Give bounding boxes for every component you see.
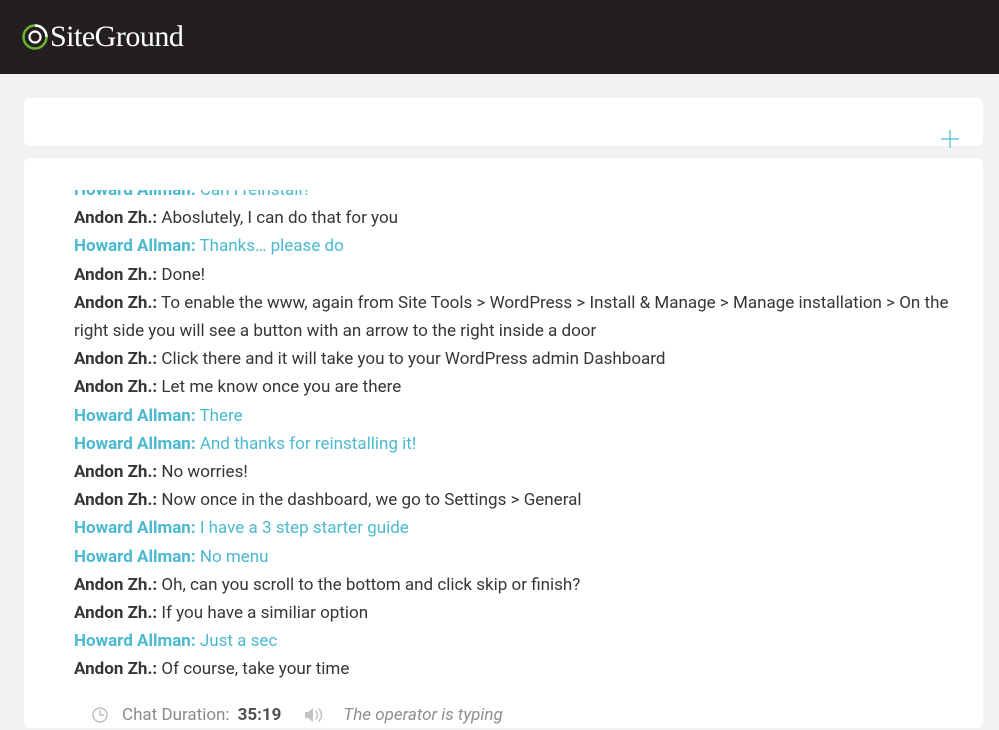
chat-message: Andon Zh.: Let me know once you are ther… <box>74 373 953 401</box>
message-text: If you have a similiar option <box>157 603 368 623</box>
plus-icon[interactable] <box>941 130 959 148</box>
message-text: I have a 3 step starter guide <box>196 518 409 538</box>
chat-scroll-area[interactable]: Howard Allman: Can I reinstall?Andon Zh.… <box>74 190 971 684</box>
message-text: No menu <box>196 547 269 567</box>
message-text: Can I reinstall? <box>196 190 311 200</box>
message-author: Andon Zh.: <box>74 293 157 313</box>
message-author: Andon Zh.: <box>74 603 157 623</box>
message-text: Of course, take your time <box>157 659 349 679</box>
message-text: Now once in the dashboard, we go to Sett… <box>157 490 581 510</box>
chat-message: Andon Zh.: No worries! <box>74 458 953 486</box>
brand-name: SiteGround <box>50 20 183 54</box>
chat-message: Andon Zh.: If you have a similiar option <box>74 599 953 627</box>
chat-message: Howard Allman: Just a sec <box>74 627 953 655</box>
clock-icon <box>92 707 108 723</box>
message-author: Howard Allman: <box>74 547 196 567</box>
chat-message: Andon Zh.: Of course, take your time <box>74 655 953 683</box>
chat-footer: Chat Duration: 35:19 The operator is typ… <box>74 684 971 728</box>
chat-message: Howard Allman: There <box>74 402 953 430</box>
duration-label: Chat Duration: <box>122 705 230 725</box>
message-text: Done! <box>157 265 205 285</box>
chat-message: Howard Allman: Can I reinstall? <box>74 190 953 204</box>
message-author: Andon Zh.: <box>74 208 157 228</box>
chat-message: Andon Zh.: Oh, can you scroll to the bot… <box>74 571 953 599</box>
chat-message: Andon Zh.: Aboslutely, I can do that for… <box>74 204 953 232</box>
message-text: There <box>196 406 243 426</box>
message-author: Howard Allman: <box>74 190 196 200</box>
message-author: Howard Allman: <box>74 406 196 426</box>
duration-value: 35:19 <box>238 705 282 725</box>
chat-message: Andon Zh.: To enable the www, again from… <box>74 289 953 345</box>
message-text: Let me know once you are there <box>157 377 401 397</box>
message-author: Howard Allman: <box>74 434 196 454</box>
message-author: Andon Zh.: <box>74 490 157 510</box>
collapsible-panel[interactable] <box>24 98 983 146</box>
brand-logo[interactable]: SiteGround <box>22 20 183 54</box>
message-author: Andon Zh.: <box>74 377 157 397</box>
message-text: And thanks for reinstalling it! <box>196 434 417 454</box>
message-author: Andon Zh.: <box>74 265 157 285</box>
message-text: Aboslutely, I can do that for you <box>157 208 398 228</box>
chat-message: Andon Zh.: Click there and it will take … <box>74 345 953 373</box>
siteground-icon <box>22 24 48 50</box>
message-text: Just a sec <box>196 631 278 651</box>
chat-transcript-card: Howard Allman: Can I reinstall?Andon Zh.… <box>24 158 983 728</box>
message-text: Oh, can you scroll to the bottom and cli… <box>157 575 580 595</box>
content-area: Howard Allman: Can I reinstall?Andon Zh.… <box>0 74 999 728</box>
message-text: Thanks… please do <box>196 236 344 256</box>
message-author: Andon Zh.: <box>74 462 157 482</box>
speaker-icon[interactable] <box>305 707 329 723</box>
message-author: Howard Allman: <box>74 236 196 256</box>
chat-message: Andon Zh.: Done! <box>74 261 953 289</box>
typing-indicator: The operator is typing <box>343 705 502 725</box>
message-text: Click there and it will take you to your… <box>157 349 665 369</box>
chat-message: Howard Allman: Thanks… please do <box>74 232 953 260</box>
message-text: To enable the www, again from Site Tools… <box>74 293 948 341</box>
message-author: Andon Zh.: <box>74 659 157 679</box>
app-header: SiteGround <box>0 0 999 74</box>
message-author: Andon Zh.: <box>74 575 157 595</box>
message-author: Howard Allman: <box>74 518 196 538</box>
message-author: Andon Zh.: <box>74 349 157 369</box>
message-text: No worries! <box>157 462 248 482</box>
chat-message: Andon Zh.: Now once in the dashboard, we… <box>74 486 953 514</box>
chat-message: Howard Allman: I have a 3 step starter g… <box>74 514 953 542</box>
chat-message: Howard Allman: No menu <box>74 543 953 571</box>
chat-message: Howard Allman: And thanks for reinstalli… <box>74 430 953 458</box>
message-author: Howard Allman: <box>74 631 196 651</box>
